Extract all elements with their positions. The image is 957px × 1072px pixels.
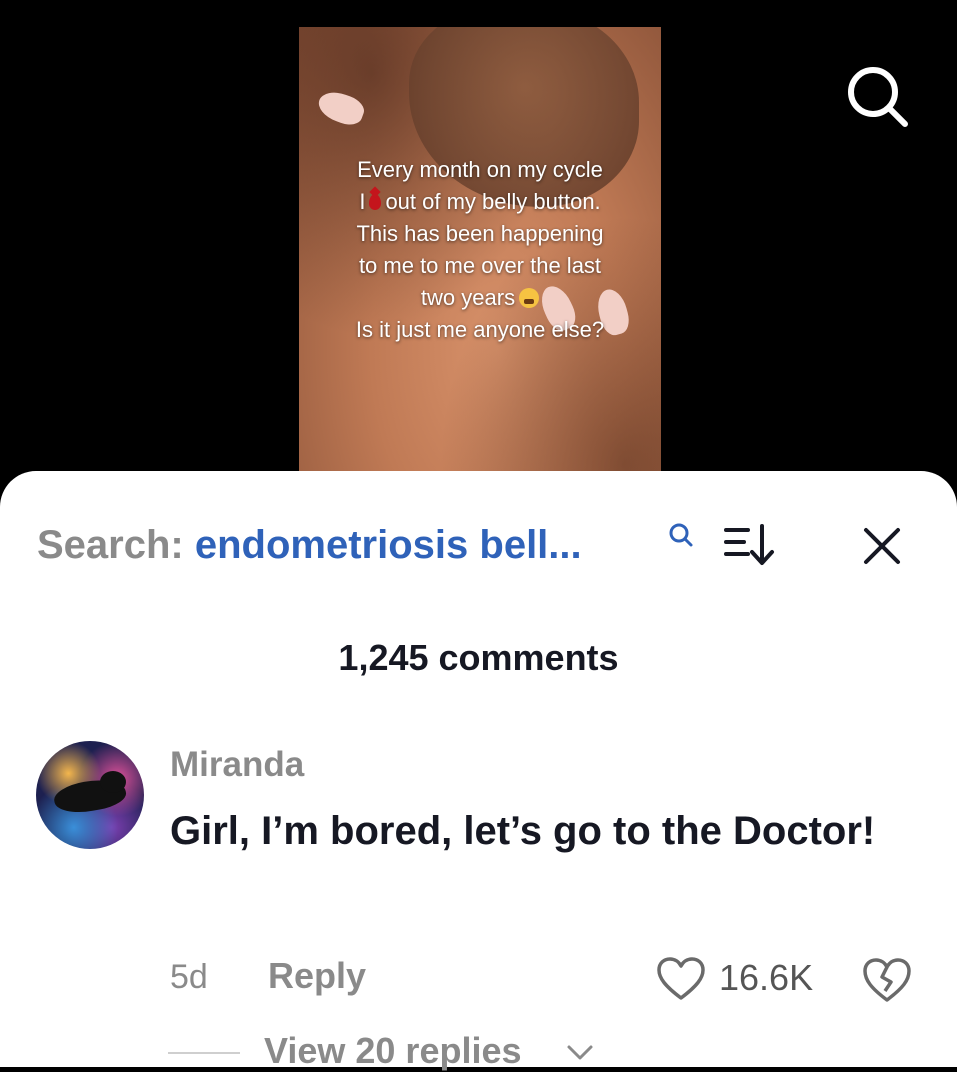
view-replies-button[interactable]: View 20 replies	[264, 1030, 522, 1072]
dislike-broken-heart-icon[interactable]	[860, 955, 914, 1005]
chevron-down-icon[interactable]	[566, 1044, 594, 1062]
caption-line: This has been happening	[356, 221, 604, 246]
reply-button[interactable]: Reply	[268, 955, 366, 997]
comment-username[interactable]: Miranda	[170, 745, 304, 785]
replies-divider	[168, 1052, 240, 1054]
video-thumbnail[interactable]: Every month on my cycle Iout of my belly…	[299, 27, 661, 487]
caption-line: Iout of my belly button.	[359, 189, 601, 214]
avatar[interactable]	[36, 741, 144, 849]
search-query-link[interactable]: endometriosis bell...	[195, 523, 582, 567]
caption-line: to me to me over the last	[358, 253, 602, 278]
comment-search-bar[interactable]: Search: endometriosis bell...	[37, 523, 582, 568]
comment-count: 1,245 comments	[338, 637, 619, 678]
video-player[interactable]: Every month on my cycle Iout of my belly…	[0, 0, 957, 500]
heart-icon[interactable]	[655, 955, 707, 1003]
search-icon[interactable]	[668, 522, 694, 548]
weary-face-icon	[519, 288, 540, 308]
like-count: 16.6K	[719, 957, 814, 998]
search-prefix-label: Search:	[37, 523, 184, 567]
close-icon[interactable]	[862, 526, 902, 566]
search-icon[interactable]	[843, 64, 911, 128]
caption-line: Every month on my cycle	[357, 157, 603, 182]
video-caption-overlay: Every month on my cycle Iout of my belly…	[299, 154, 661, 346]
comment-text: Girl, I’m bored, let’s go to the Doctor!	[170, 809, 876, 853]
sort-icon[interactable]	[722, 522, 778, 568]
caption-line: Is it just me anyone else?	[355, 317, 605, 342]
blood-drop-icon	[369, 194, 382, 210]
comment-age: 5d	[170, 958, 208, 996]
caption-line: two years	[299, 282, 661, 314]
